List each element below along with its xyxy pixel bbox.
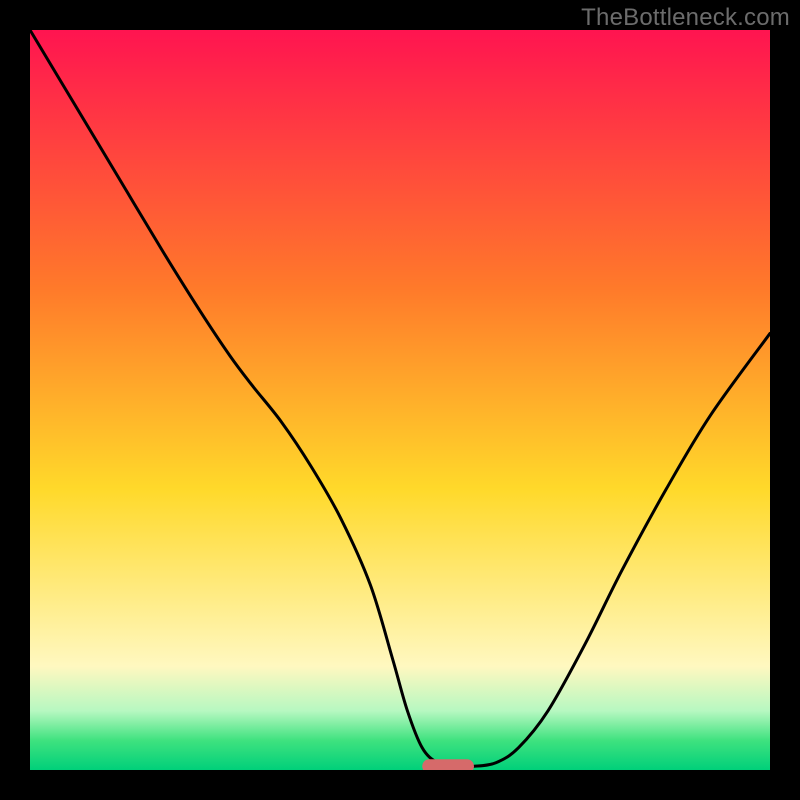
chart-frame: TheBottleneck.com xyxy=(0,0,800,800)
optimal-marker xyxy=(422,759,474,770)
watermark-text: TheBottleneck.com xyxy=(581,4,790,32)
chart-background xyxy=(30,30,770,770)
chart-plot-area xyxy=(30,30,770,770)
chart-svg xyxy=(30,30,770,770)
